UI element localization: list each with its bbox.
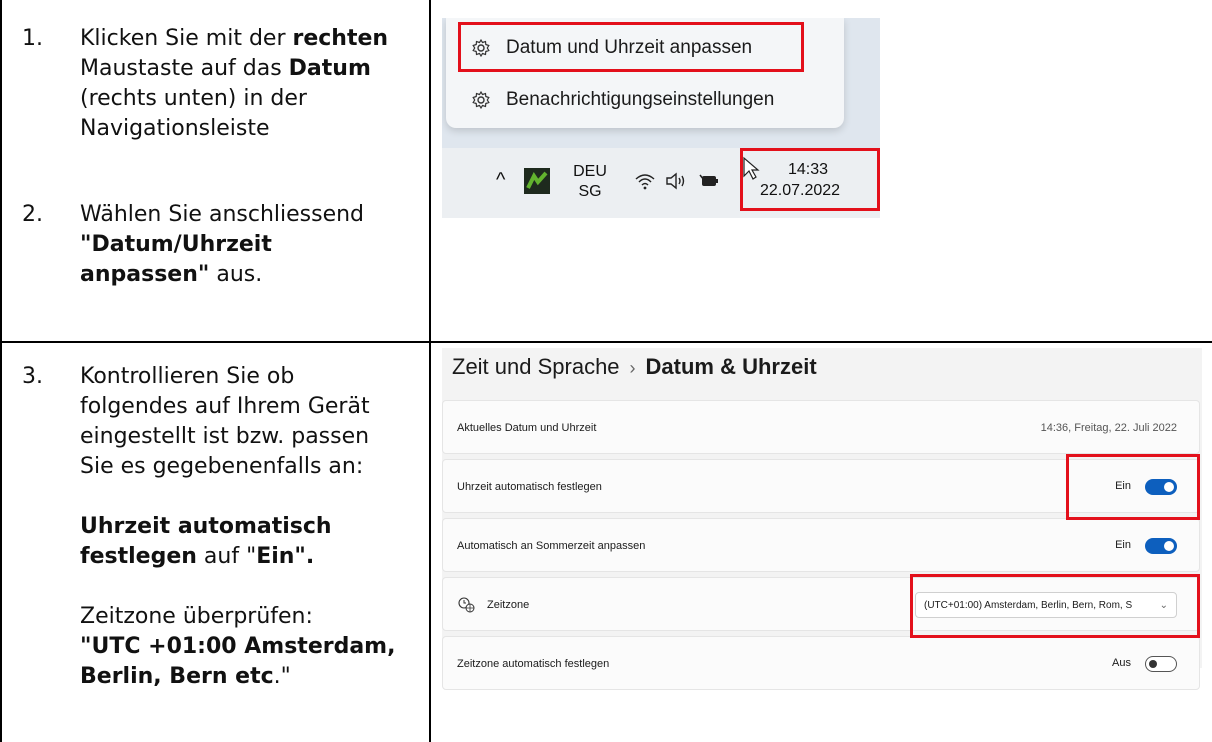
page-title: Datum & Uhrzeit xyxy=(645,354,817,379)
language-indicator[interactable]: DEU SG xyxy=(570,162,610,202)
keyboard-code: SG xyxy=(578,183,602,200)
breadcrumb-parent[interactable]: Zeit und Sprache xyxy=(452,354,620,379)
text-bold: anpassen" xyxy=(80,262,210,287)
text-line: (rechts unten) in der xyxy=(80,86,307,111)
dst-row: Automatisch an Sommerzeit anpassen Ein xyxy=(442,518,1200,572)
text-bold: Uhrzeit automatisch xyxy=(80,514,332,539)
dst-toggle[interactable] xyxy=(1145,538,1177,554)
text-line: eingestellt ist bzw. passen xyxy=(80,424,370,449)
highlight-box xyxy=(1066,454,1200,520)
table-border-left xyxy=(0,0,2,742)
volume-icon[interactable] xyxy=(664,172,688,196)
text-run: Maustaste auf das xyxy=(80,56,289,81)
highlight-box xyxy=(910,574,1200,638)
settings-screenshot: Zeit und Sprache › Datum & Uhrzeit Aktuell… xyxy=(442,348,1202,690)
step-3: 3. Kontrollieren Sie ob folgendes auf Ih… xyxy=(22,362,422,742)
row-label: Uhrzeit automatisch festlegen xyxy=(457,481,602,493)
toggle-state-label: Aus xyxy=(1112,657,1131,669)
breadcrumb: Zeit und Sprache › Datum & Uhrzeit xyxy=(452,354,817,380)
text-bold: "UTC +01:00 Amsterdam, xyxy=(80,634,396,659)
gear-icon xyxy=(470,89,492,111)
current-datetime-value: 14:36, Freitag, 22. Juli 2022 xyxy=(1040,422,1177,434)
app-tray-icon[interactable] xyxy=(524,168,550,194)
breadcrumb-separator: › xyxy=(629,358,636,378)
current-datetime-row: Aktuelles Datum und Uhrzeit 14:36, Freit… xyxy=(442,400,1200,454)
step-number: 1. xyxy=(22,26,43,51)
step-2: 2. Wählen Sie anschliessend "Datum/Uhrze… xyxy=(22,200,422,300)
highlight-box xyxy=(740,148,880,211)
toggle-state-label: Ein xyxy=(1115,539,1131,551)
text-line: Kontrollieren Sie ob xyxy=(80,364,295,389)
step-number: 2. xyxy=(22,202,43,227)
text-run: auf " xyxy=(196,544,257,569)
text-bold: festlegen xyxy=(80,544,197,569)
step-number: 3. xyxy=(22,364,43,389)
menu-item-notification-settings[interactable]: Benachrichtigungseinstellungen xyxy=(454,80,774,120)
text-line: Sie es gegebenenfalls an: xyxy=(80,454,364,479)
text-line: Wählen Sie anschliessend xyxy=(80,202,365,227)
row-label: Aktuelles Datum und Uhrzeit xyxy=(457,422,597,434)
language-code: DEU xyxy=(573,163,607,180)
text-run: ." xyxy=(273,664,291,689)
table-column-divider xyxy=(429,0,431,742)
row-label: Zeitzone xyxy=(487,599,530,611)
battery-icon[interactable] xyxy=(698,172,720,196)
text-bold: Berlin, Bern etc xyxy=(80,664,274,689)
step-text: Klicken Sie mit der rechten Maustaste au… xyxy=(80,24,388,144)
row-label: Zeitzone automatisch festlegen xyxy=(457,658,610,670)
step-text: Wählen Sie anschliessend "Datum/Uhrzeit … xyxy=(80,200,364,290)
text-bold: Ein". xyxy=(256,544,315,569)
step-1: 1. Klicken Sie mit der rechten Maustaste… xyxy=(22,24,422,154)
taskbar-screenshot: Datum und Uhrzeit anpassen Benachrichtig… xyxy=(442,18,880,218)
table-row-divider xyxy=(0,341,1212,343)
row-label: Automatisch an Sommerzeit anpassen xyxy=(457,540,646,552)
text-bold: rechten xyxy=(292,26,389,51)
text-run: aus. xyxy=(209,262,263,287)
text-run: Klicken Sie mit der xyxy=(80,26,293,51)
auto-timezone-row: Zeitzone automatisch festlegen Aus xyxy=(442,636,1200,690)
text-line: Navigationsleiste xyxy=(80,116,270,141)
highlight-box xyxy=(458,22,804,72)
text-bold: Datum xyxy=(288,56,371,81)
clock-globe-icon xyxy=(457,596,477,619)
wifi-icon[interactable] xyxy=(634,172,656,196)
chevron-up-icon[interactable]: ^ xyxy=(496,170,505,190)
text-line: folgendes auf Ihrem Gerät xyxy=(80,394,370,419)
text-line: Zeitzone überprüfen: xyxy=(80,604,313,629)
menu-item-label: Benachrichtigungseinstellungen xyxy=(506,89,775,110)
step-text: Kontrollieren Sie ob folgendes auf Ihrem… xyxy=(80,362,395,692)
auto-timezone-toggle[interactable] xyxy=(1145,656,1177,672)
text-bold: "Datum/Uhrzeit xyxy=(80,232,272,257)
